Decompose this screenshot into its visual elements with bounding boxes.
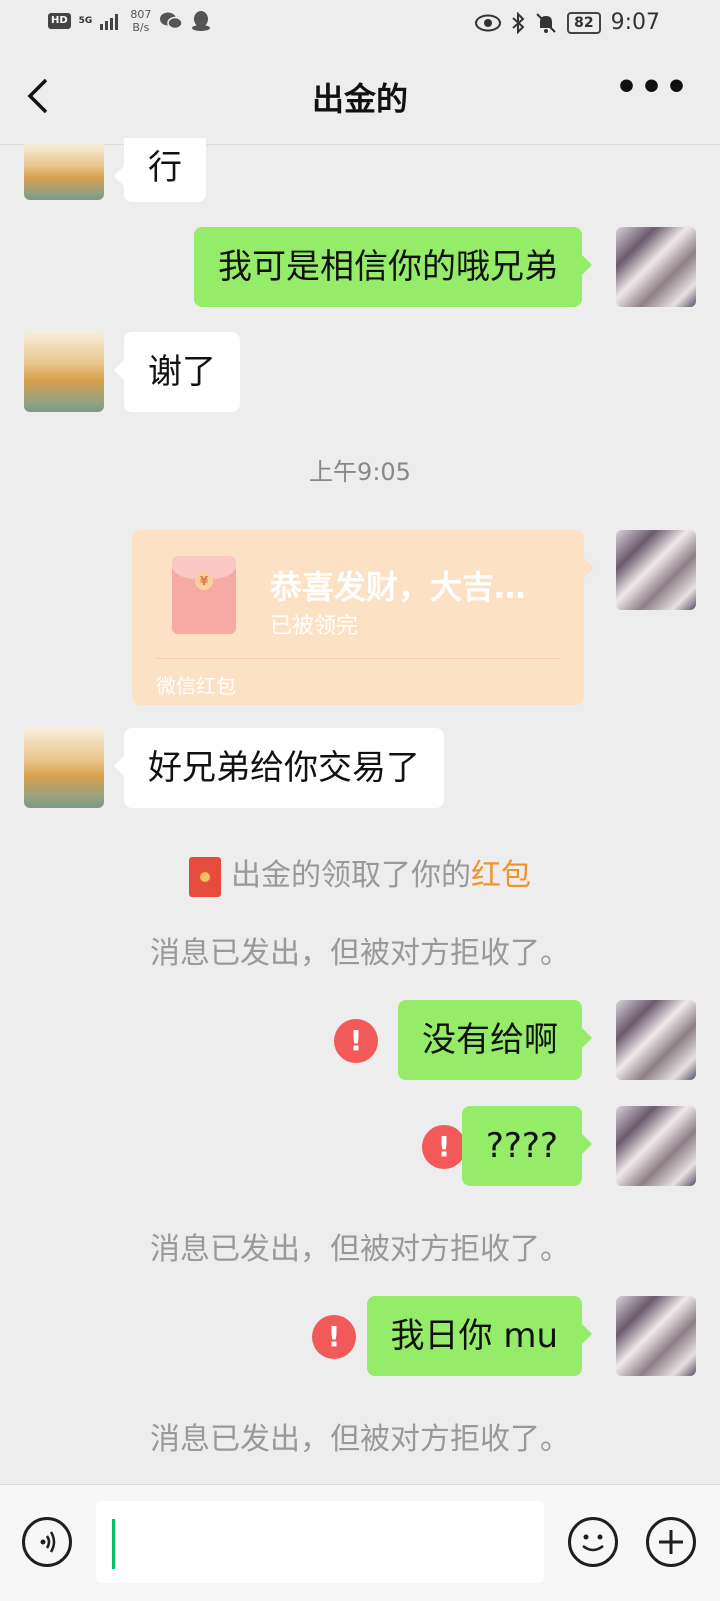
rejected-notice: 消息已发出，但被对方拒收了。 <box>150 936 570 971</box>
received-message-bubble[interactable]: 谢了 <box>114 332 240 412</box>
wechat-icon <box>160 12 184 30</box>
my-avatar[interactable] <box>616 1106 696 1186</box>
contact-avatar[interactable] <box>24 728 104 808</box>
red-packet-claim-notice: 出金的领取了你的红包 <box>0 850 720 897</box>
speed-unit: B/s <box>132 21 150 34</box>
sent-message-bubble[interactable]: 我可是相信你的哦兄弟 <box>194 227 592 307</box>
mute-bell-icon <box>536 12 556 33</box>
red-packet-title: 恭喜发财，大吉… <box>270 568 527 606</box>
send-failed-icon[interactable]: ! <box>312 1315 356 1359</box>
my-avatar[interactable] <box>616 227 696 307</box>
my-avatar[interactable] <box>616 1296 696 1376</box>
send-failed-icon[interactable]: ! <box>422 1125 466 1169</box>
voice-icon[interactable] <box>22 1517 72 1567</box>
battery-icon: 82 <box>567 11 601 34</box>
sent-message-bubble[interactable]: 没有给啊 <box>398 1000 592 1080</box>
plus-icon[interactable] <box>646 1517 696 1567</box>
hd-icon: HD <box>48 13 71 29</box>
my-avatar[interactable] <box>616 1000 696 1080</box>
red-packet-footer: 微信红包 <box>156 674 236 698</box>
qq-icon <box>192 11 211 31</box>
my-avatar[interactable] <box>616 530 696 610</box>
received-message-bubble[interactable]: 行 <box>114 138 206 202</box>
red-packet-divider <box>156 658 560 659</box>
rejected-notice: 消息已发出，但被对方拒收了。 <box>150 1232 570 1267</box>
status-bar: HD 5G 807 B/s 82 9:07 <box>0 0 720 48</box>
network-icon: 5G <box>78 15 93 26</box>
red-packet-card[interactable]: ¥ 恭喜发财，大吉… 已被领完 微信红包 <box>132 530 594 705</box>
chat-header: 出金的 ••• <box>0 48 720 145</box>
message-input[interactable] <box>96 1501 544 1583</box>
bluetooth-icon <box>512 11 525 34</box>
sent-message-bubble[interactable]: ???? <box>461 1106 593 1186</box>
emoji-icon[interactable] <box>568 1517 618 1567</box>
signal-icon <box>100 14 119 30</box>
contact-avatar[interactable] <box>24 332 104 412</box>
speed-value: 807 <box>130 8 152 21</box>
input-bar <box>0 1484 720 1601</box>
red-packet-link[interactable]: 红包 <box>471 858 531 893</box>
text-cursor <box>112 1519 115 1569</box>
chat-title: 出金的 <box>311 80 408 118</box>
red-packet-status: 已被领完 <box>270 614 359 639</box>
rejected-notice: 消息已发出，但被对方拒收了。 <box>150 1422 570 1457</box>
claim-text: 出金的领取了你的 <box>231 858 471 893</box>
red-envelope-icon: ¥ <box>172 556 236 634</box>
timestamp: 上午9:05 <box>309 458 411 486</box>
clock: 9:07 <box>610 10 660 35</box>
red-envelope-icon <box>189 856 221 897</box>
network-speed: 807 B/s <box>130 8 151 34</box>
eye-icon <box>475 14 502 31</box>
contact-avatar[interactable] <box>24 144 104 200</box>
send-failed-icon[interactable]: ! <box>334 1019 378 1063</box>
sent-message-bubble[interactable]: 我日你 mu <box>366 1296 593 1376</box>
received-message-bubble[interactable]: 好兄弟给你交易了 <box>114 728 444 808</box>
more-options-icon[interactable]: ••• <box>615 70 690 106</box>
